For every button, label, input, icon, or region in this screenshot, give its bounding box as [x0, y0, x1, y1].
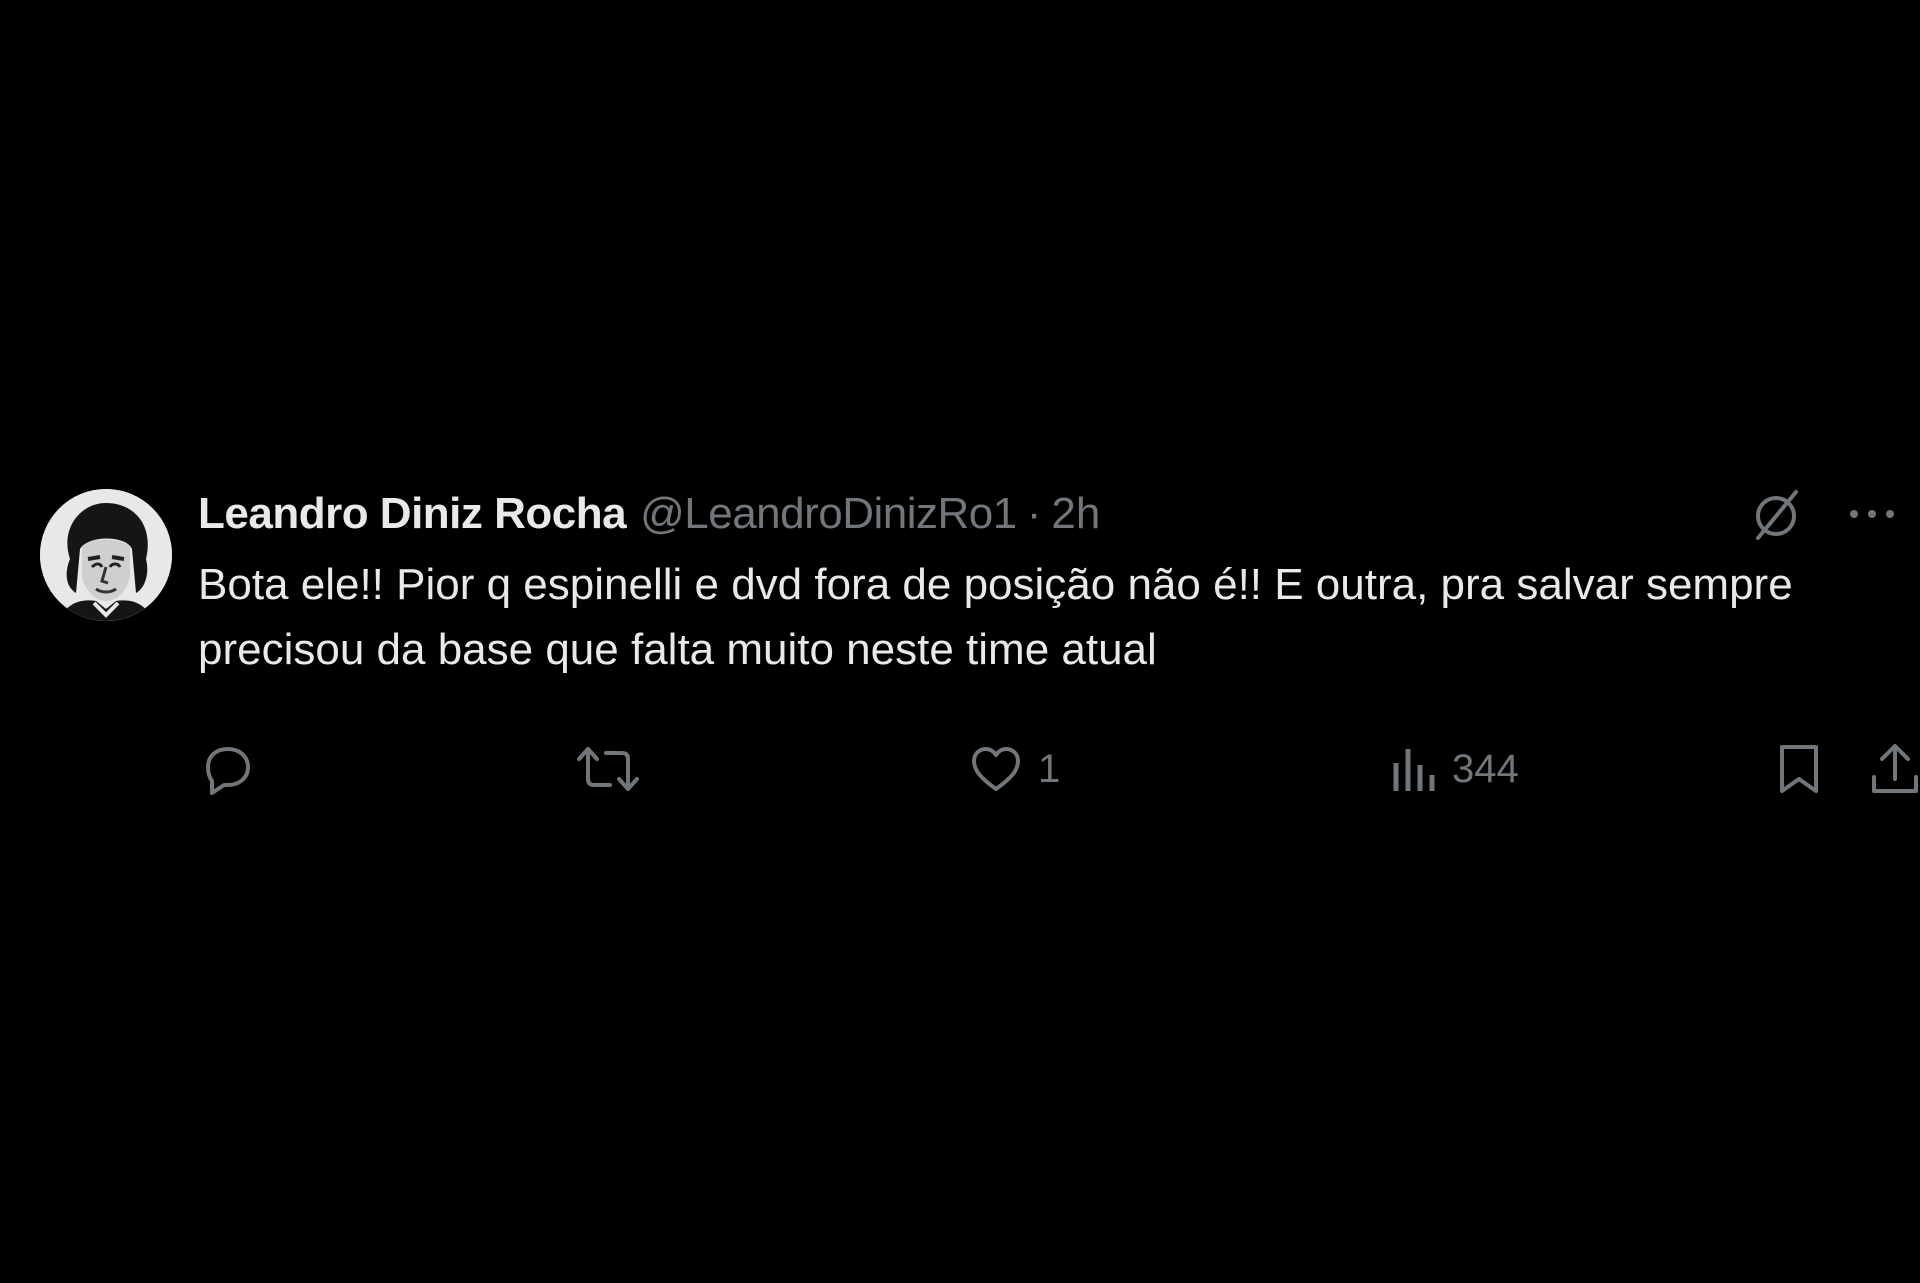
views-icon	[1390, 741, 1438, 797]
views-count: 344	[1452, 746, 1519, 791]
timestamp[interactable]: 2h	[1051, 489, 1100, 539]
tweet-header: Leandro Diniz Rocha @LeandroDinizRo1 · 2…	[198, 484, 1896, 544]
reply-icon	[198, 741, 254, 797]
tweet-actions: 1 344	[198, 734, 1918, 804]
page: Leandro Diniz Rocha @LeandroDinizRo1 · 2…	[0, 0, 1920, 1283]
like-button[interactable]: 1	[968, 734, 1060, 804]
views-button[interactable]: 344	[1390, 734, 1519, 804]
like-count: 1	[1038, 746, 1061, 791]
grok-icon[interactable]	[1750, 486, 1802, 542]
tweet-content: Leandro Diniz Rocha @LeandroDinizRo1 · 2…	[198, 484, 1918, 795]
repost-icon	[576, 741, 640, 797]
share-icon	[1868, 741, 1920, 797]
repost-button[interactable]	[576, 734, 654, 804]
bookmark-button[interactable]	[1776, 734, 1822, 804]
header-actions	[1750, 484, 1896, 544]
tweet-text: Bota ele!! Pior q espinelli e dvd fora d…	[198, 560, 1793, 674]
share-button[interactable]	[1868, 734, 1920, 804]
separator-dot: ·	[1026, 489, 1042, 538]
reply-button[interactable]	[198, 734, 268, 804]
bookmark-icon	[1776, 741, 1822, 797]
heart-icon	[968, 741, 1024, 797]
more-icon[interactable]	[1848, 506, 1896, 522]
display-name[interactable]: Leandro Diniz Rocha	[198, 489, 627, 539]
avatar-portrait-icon	[40, 489, 172, 621]
user-handle[interactable]: @LeandroDinizRo1	[640, 489, 1017, 539]
avatar[interactable]	[40, 489, 172, 621]
